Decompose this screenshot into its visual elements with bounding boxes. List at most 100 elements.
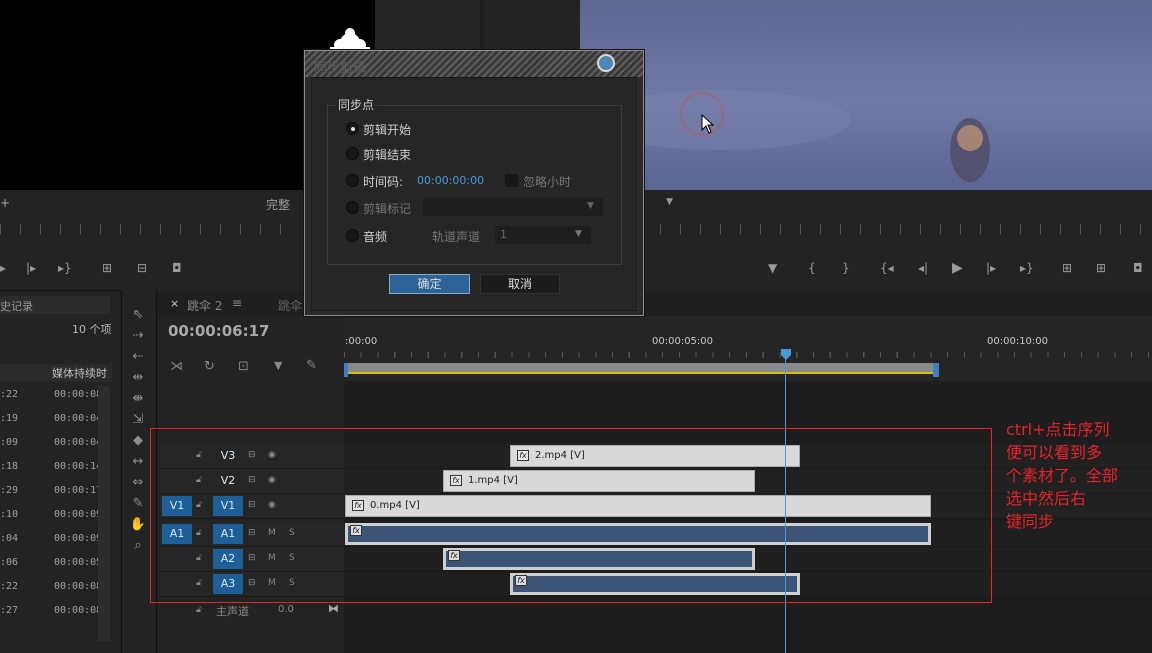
item-duration: 00:00:08 xyxy=(54,389,103,400)
sync-clips-dialog: 同步剪辑 同步点 剪辑开始 剪辑结束 时间码: 00:00:00:00 忽略小时… xyxy=(304,50,644,316)
timeline-timecode[interactable]: 00:00:06:17 xyxy=(168,322,270,340)
list-item[interactable]: :22 00:00:08 xyxy=(0,578,110,602)
clip-marker-select[interactable]: ▼ xyxy=(423,198,603,216)
add-marker-icon[interactable]: ▼ xyxy=(274,359,282,372)
list-item[interactable]: :10 00:00:09 xyxy=(0,506,110,530)
rolling-edit-tool-icon[interactable]: ⇼ xyxy=(128,390,148,408)
tab-sequence[interactable]: 跳伞 xyxy=(278,297,302,314)
list-item[interactable]: :18 00:00:14 xyxy=(0,458,110,482)
item-duration: 00:00:08 xyxy=(54,581,103,592)
mark-in-icon[interactable]: { xyxy=(808,262,816,274)
hand-tool-icon[interactable]: ✋ xyxy=(128,516,148,534)
dialog-title-bar[interactable]: 同步剪辑 xyxy=(305,51,643,77)
work-area-end-handle[interactable] xyxy=(933,363,939,377)
slide-tool-icon[interactable]: ⇔ xyxy=(128,474,148,492)
sequence-marker-icon[interactable]: ⊡ xyxy=(238,359,249,374)
fit-dropdown[interactable]: 完整 xyxy=(266,196,290,213)
column-header-row: 媒体持续时 xyxy=(0,364,112,382)
annotation-note: ctrl+点击序列 便可以看到多 个素材了。全部 选中然后右 键同步 xyxy=(1006,418,1146,533)
ignore-hours-checkbox[interactable] xyxy=(505,174,518,187)
cancel-button[interactable]: 取消 xyxy=(480,274,560,294)
list-item[interactable]: :22 00:00:08 xyxy=(0,386,110,410)
mark-out-icon[interactable]: } xyxy=(842,262,850,274)
item-duration: 00:00:04 xyxy=(54,413,103,424)
item-name: :27 xyxy=(0,605,19,616)
timeline-ruler[interactable]: :00:00 00:00:05:00 00:00:10:00 xyxy=(344,316,1152,381)
extract-icon[interactable]: ⊞ xyxy=(1096,262,1106,274)
list-item[interactable]: :27 00:00:08 xyxy=(0,602,110,626)
program-ruler[interactable] xyxy=(640,224,1152,234)
item-name: :19 xyxy=(0,413,19,424)
track-select-tool-icon[interactable]: ⇢ xyxy=(128,327,148,345)
annotation-line: 键同步 xyxy=(1006,512,1055,531)
close-icon[interactable] xyxy=(597,54,615,72)
insert-icon[interactable]: ⊞ xyxy=(102,262,112,274)
radio-clip-marker[interactable] xyxy=(346,201,359,214)
track-select-back-icon[interactable]: ⇠ xyxy=(128,348,148,366)
go-to-out-icon[interactable]: ▸} xyxy=(1020,262,1034,274)
label-timecode: 时间码: xyxy=(363,175,404,189)
tab-menu-icon[interactable]: ≡ xyxy=(232,296,242,310)
annotation-line: 便可以看到多 xyxy=(1006,443,1103,462)
go-to-out-icon[interactable]: ▸} xyxy=(58,262,72,274)
label-clip-end: 剪辑结束 xyxy=(363,148,412,162)
list-item[interactable]: :29 00:00:17 xyxy=(0,482,110,506)
list-item[interactable]: :09 00:00:04 xyxy=(0,434,110,458)
playhead-handle[interactable] xyxy=(781,349,791,360)
source-ruler[interactable] xyxy=(0,224,300,234)
track-channel-select[interactable]: 1 ▼ xyxy=(495,226,591,244)
pen-tool-icon[interactable]: ✎ xyxy=(128,495,148,513)
step-forward-icon[interactable]: |▸ xyxy=(986,262,996,274)
go-to-end-icon[interactable]: ⧓ xyxy=(328,602,339,615)
label-track-channel: 轨道声道 xyxy=(432,230,481,244)
zoom-tool-icon[interactable]: ⌕ xyxy=(128,537,148,555)
project-scrollbar[interactable] xyxy=(98,386,110,641)
ruler-label-5: 00:00:05:00 xyxy=(652,336,714,347)
wrench-icon[interactable]: ✎ xyxy=(306,358,317,373)
work-area-start-handle[interactable] xyxy=(344,363,348,377)
chevron-down-icon[interactable]: ▼ xyxy=(666,196,673,208)
lock-icon[interactable]: 🔓︎ xyxy=(196,605,202,615)
radio-clip-start[interactable] xyxy=(346,122,359,135)
list-item[interactable]: :19 00:00:04 xyxy=(0,410,110,434)
track-channel-value: 1 xyxy=(500,228,507,241)
razor-tool-icon[interactable]: ◆ xyxy=(128,432,148,450)
project-panel-tab[interactable]: 史记录 xyxy=(0,296,110,314)
selection-tool-icon[interactable]: ⇖ xyxy=(128,306,148,324)
add-icon[interactable]: + xyxy=(0,196,10,210)
radio-timecode[interactable] xyxy=(346,174,359,187)
label-clip-start: 剪辑开始 xyxy=(363,123,412,137)
step-back-icon[interactable]: ◂| xyxy=(918,262,928,274)
tab-sequence-2[interactable]: 跳伞 2 xyxy=(187,297,222,314)
linked-selection-icon[interactable]: ↻ xyxy=(204,359,215,374)
program-monitor-controls: ▼ ▼ { } {◂ ◂| ▶ |▸ ▸} ⊞ ⊞ ◘ xyxy=(580,190,1152,290)
overwrite-icon[interactable]: ⊟ xyxy=(137,262,147,274)
camera-icon[interactable]: ◘ xyxy=(1133,262,1143,274)
ok-button[interactable]: 确定 xyxy=(389,274,470,294)
slip-tool-icon[interactable]: ↔ xyxy=(128,453,148,471)
camera-icon[interactable]: ◘ xyxy=(172,262,182,274)
snap-icon[interactable]: ⋊ xyxy=(170,359,183,374)
radio-audio[interactable] xyxy=(346,229,359,242)
master-volume[interactable]: 0.0 xyxy=(278,604,294,615)
list-item[interactable]: :06 00:00:05 xyxy=(0,554,110,578)
program-monitor-video xyxy=(580,0,1152,190)
list-item[interactable]: :04 00:00:09 xyxy=(0,530,110,554)
play-icon[interactable]: ▶ xyxy=(952,261,963,275)
ripple-edit-tool-icon[interactable]: ⇹ xyxy=(128,369,148,387)
dialog-title: 同步剪辑 xyxy=(314,61,367,76)
go-to-in-icon[interactable]: {◂ xyxy=(880,262,894,274)
rate-stretch-tool-icon[interactable]: ⇲ xyxy=(128,411,148,429)
step-forward-icon[interactable]: |▸ xyxy=(26,262,36,274)
radio-clip-end[interactable] xyxy=(346,147,359,160)
item-name: :10 xyxy=(0,509,19,520)
timecode-value[interactable]: 00:00:00:00 xyxy=(417,174,484,187)
monitor-divider-area xyxy=(484,0,580,50)
marker-icon[interactable]: ▼ xyxy=(768,262,777,274)
close-tab-icon[interactable]: × xyxy=(170,297,179,310)
history-tab-label[interactable]: 史记录 xyxy=(0,298,33,314)
work-area-bar[interactable] xyxy=(346,363,934,374)
media-duration-header[interactable]: 媒体持续时 xyxy=(52,365,107,381)
lift-icon[interactable]: ⊞ xyxy=(1062,262,1072,274)
step-back-icon[interactable]: ▸ xyxy=(0,262,6,274)
